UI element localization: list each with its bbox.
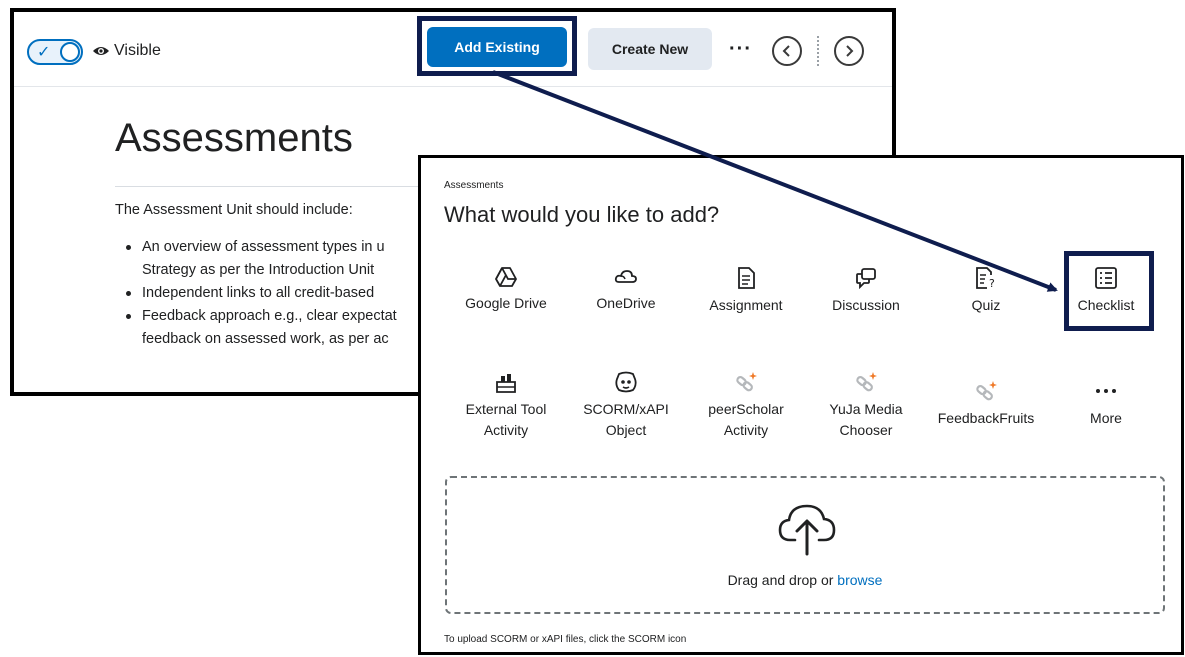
tile-onedrive[interactable]: OneDrive (567, 267, 685, 314)
tile-yuja-media[interactable]: YuJa Media Chooser (807, 371, 925, 441)
google-drive-icon (495, 267, 517, 287)
lti-link-icon (976, 381, 997, 401)
tile-label: More (1090, 410, 1122, 426)
list-item: Independent links to all credit-based (126, 282, 397, 305)
chevron-left-icon (782, 45, 790, 57)
add-existing-button[interactable]: Add Existing (427, 27, 567, 67)
dropzone-instruction: Drag and drop or (727, 572, 834, 588)
tile-feedbackfruits[interactable]: FeedbackFruits (927, 380, 1045, 429)
tile-label: FeedbackFruits (937, 410, 1035, 426)
dialog-heading: What would you like to add? (444, 202, 720, 227)
toggle-knob (60, 42, 80, 62)
browse-link[interactable]: browse (837, 572, 882, 588)
page-title: Assessments (115, 116, 353, 160)
visibility-toggle[interactable]: ✓ (27, 39, 83, 65)
more-icon (1096, 389, 1116, 393)
quiz-icon: ? (976, 267, 995, 289)
previous-topic-button[interactable] (772, 36, 802, 66)
tile-label: Discussion (832, 297, 900, 313)
lti-link-icon (736, 372, 757, 392)
lti-link-icon (856, 372, 877, 392)
create-new-button[interactable]: Create New (588, 28, 712, 70)
tile-scorm-xapi[interactable]: SCORM/xAPI Object (567, 371, 685, 441)
tile-external-tool[interactable]: External Tool Activity (447, 371, 565, 441)
check-icon: ✓ (37, 44, 51, 61)
tile-assignment[interactable]: Assignment (687, 267, 805, 316)
tile-label: Quiz (971, 297, 1001, 313)
tile-label: peerScholar Activity (708, 401, 784, 438)
content-bullet-list: An overview of assessment types in u Stra… (126, 236, 397, 351)
tile-more[interactable]: More (1047, 380, 1165, 429)
toolbar-divider (14, 86, 892, 87)
tile-label: SCORM/xAPI Object (583, 401, 669, 438)
onedrive-icon (614, 270, 637, 283)
breadcrumb: Assessments (444, 180, 504, 191)
scorm-icon (615, 371, 637, 393)
highlight-frame-add-existing: Add Existing (417, 16, 577, 76)
next-topic-button[interactable] (834, 36, 864, 66)
content-toolbar: ✓ Visible Add Existing Create New ··· (14, 12, 892, 88)
nav-divider (817, 36, 819, 66)
tile-label: Assignment (709, 297, 783, 313)
more-options-button[interactable]: ··· (729, 38, 752, 61)
tile-quiz[interactable]: ? Quiz (927, 267, 1045, 316)
highlight-frame-checklist (1064, 251, 1154, 331)
tile-google-drive[interactable]: Google Drive (447, 267, 565, 314)
discussion-icon (856, 268, 876, 289)
scorm-upload-hint: To upload SCORM or xAPI files, click the… (444, 634, 687, 645)
tile-label: Google Drive (465, 295, 547, 311)
list-item: An overview of assessment types in u Stra… (126, 236, 397, 282)
file-dropzone[interactable]: Drag and drop or browse (445, 476, 1165, 614)
list-item: Feedback approach e.g., clear expectat fe… (126, 305, 397, 351)
assignment-icon (738, 267, 755, 289)
cloud-upload-icon (778, 504, 836, 556)
add-activity-dialog: Assessments What would you like to add? … (418, 155, 1184, 655)
chevron-right-icon (846, 45, 854, 57)
intro-text: The Assessment Unit should include: (115, 202, 353, 218)
external-tool-icon (496, 374, 516, 393)
visibility-label: Visible (114, 42, 161, 59)
tile-label: External Tool Activity (465, 401, 547, 438)
dropzone-text: Drag and drop or browse (447, 572, 1163, 588)
tile-discussion[interactable]: Discussion (807, 267, 925, 316)
svg-text:?: ? (989, 277, 995, 289)
eye-icon (93, 47, 109, 55)
tile-label: YuJa Media Chooser (829, 401, 903, 438)
tile-peerscholar[interactable]: peerScholar Activity (687, 371, 805, 441)
tile-label: OneDrive (596, 295, 656, 311)
